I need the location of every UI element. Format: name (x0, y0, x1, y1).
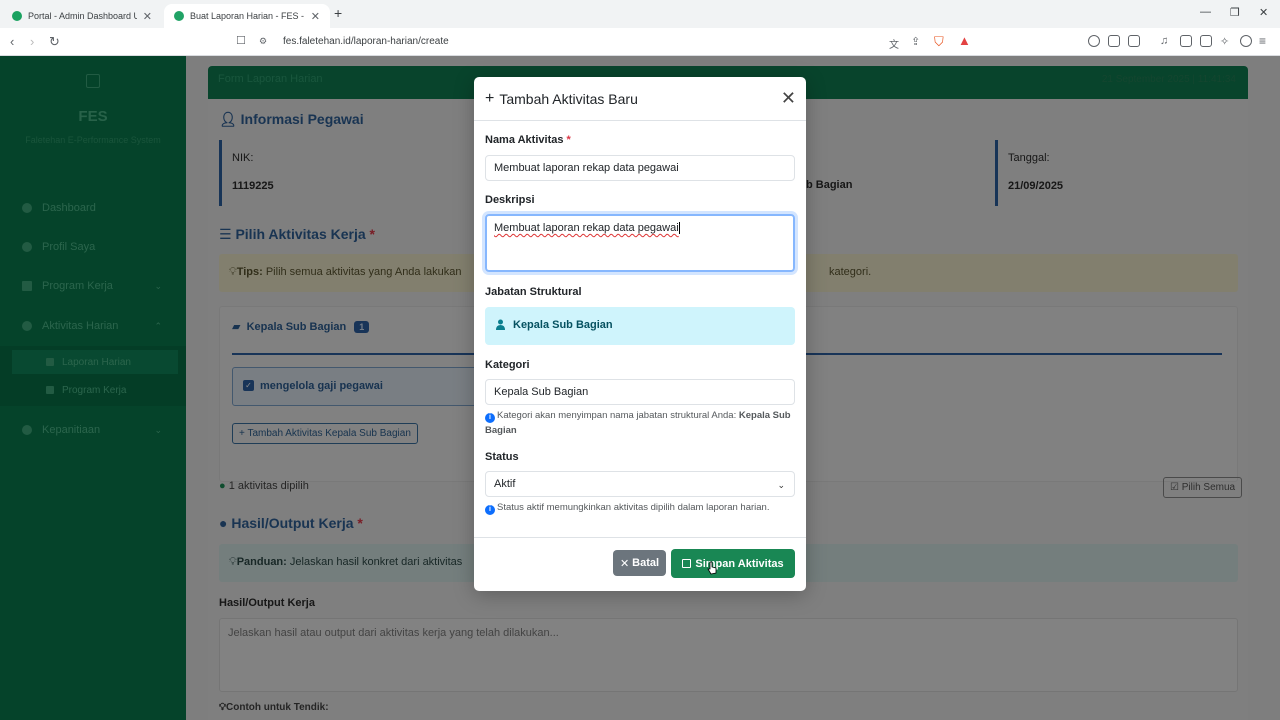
leo-ai-icon[interactable]: ✧ (1220, 35, 1229, 48)
translate-icon[interactable]: 文 (889, 36, 899, 51)
browser-tab-bar: Portal - Admin Dashboard Universita ✕ Bu… (0, 0, 1280, 28)
chevron-down-icon: ⌄ (777, 480, 785, 490)
new-tab-icon[interactable]: + (334, 5, 342, 21)
info-icon: i (485, 505, 495, 515)
back-icon[interactable]: ‹ (10, 34, 14, 49)
status-help: i Status aktif memungkinkan aktivitas dip… (485, 500, 795, 515)
plus-icon: + (485, 90, 495, 107)
close-icon: ✕ (619, 557, 630, 570)
url-text[interactable]: fes.faletehan.id/laporan-harian/create (283, 36, 449, 47)
bookmark-icon[interactable]: ☐ (236, 34, 246, 47)
close-tab-icon[interactable]: ✕ (143, 10, 152, 23)
status-help-text: Status aktif memungkinkan aktivitas dipi… (497, 502, 770, 513)
modal-title: + Tambah Aktivitas Baru (485, 90, 638, 108)
nama-input[interactable]: Membuat laporan rekap data pegawai (485, 155, 795, 181)
brave-rewards-icon[interactable]: ▲ (958, 33, 971, 48)
vpn-icon[interactable] (1088, 35, 1100, 47)
save-activity-button[interactable]: Simpan Aktivitas (671, 549, 795, 578)
jabatan-display: Kepala Sub Bagian (485, 307, 795, 345)
extensions-icon[interactable] (1108, 35, 1120, 47)
deskripsi-label: Deskripsi (485, 194, 535, 206)
text-caret (678, 222, 680, 235)
deskripsi-textarea[interactable]: Membuat laporan rekap data pegawai (485, 214, 795, 272)
status-label: Status (485, 451, 519, 463)
user-icon (496, 319, 505, 330)
status-value: Aktif (494, 478, 516, 490)
modal-header: + Tambah Aktivitas Baru ✕ (474, 77, 806, 121)
share-icon[interactable]: ⇪ (911, 35, 920, 48)
tab-title: Portal - Admin Dashboard Universita (28, 11, 137, 21)
required-mark: * (566, 134, 571, 146)
info-icon: i (485, 413, 495, 423)
shield-icon[interactable] (1240, 35, 1252, 47)
minimize-icon[interactable]: — (1200, 6, 1211, 18)
browser-tab-portal[interactable]: Portal - Admin Dashboard Universita ✕ (2, 4, 162, 28)
add-activity-modal: + Tambah Aktivitas Baru ✕ Nama Aktivitas… (474, 77, 806, 591)
kategori-help-text: Kategori akan menyimpan nama jabatan str… (497, 410, 737, 421)
brave-shield-icon[interactable]: ⛉ (934, 34, 944, 50)
close-window-icon[interactable]: ✕ (1259, 6, 1268, 19)
sidebar-toggle-icon[interactable] (1180, 35, 1192, 47)
jabatan-value: Kepala Sub Bagian (513, 319, 613, 331)
kategori-label: Kategori (485, 359, 530, 371)
kategori-input[interactable]: Kepala Sub Bagian (485, 379, 795, 405)
kategori-help: i Kategori akan menyimpan nama jabatan st… (485, 408, 795, 438)
reader-icon[interactable] (1128, 35, 1140, 47)
menu-icon[interactable]: ≡ (1259, 34, 1266, 48)
wallet-icon[interactable] (1200, 35, 1212, 47)
forward-icon[interactable]: › (30, 34, 34, 49)
address-bar: ‹ › ↻ ☐ ⚙ fes.faletehan.id/laporan-haria… (0, 28, 1280, 56)
close-icon[interactable]: ✕ (781, 89, 796, 107)
tab-title: Buat Laporan Harian - FES - Falet (190, 11, 305, 21)
restore-icon[interactable]: ❐ (1230, 6, 1240, 19)
jabatan-label: Jabatan Struktural (485, 286, 582, 298)
nama-label-text: Nama Aktivitas (485, 134, 564, 146)
close-tab-icon[interactable]: ✕ (311, 10, 320, 23)
cancel-label: Batal (632, 557, 660, 569)
music-icon[interactable]: ♫ (1160, 35, 1168, 47)
favicon-icon (174, 11, 184, 21)
status-select[interactable]: Aktif ⌄ (485, 471, 795, 497)
site-info-icon[interactable]: ⚙ (259, 36, 267, 47)
cancel-button[interactable]: ✕ Batal (613, 550, 666, 576)
browser-tab-laporan[interactable]: Buat Laporan Harian - FES - Falet ✕ (164, 4, 330, 28)
favicon-icon (12, 11, 22, 21)
reload-icon[interactable]: ↻ (49, 34, 60, 50)
modal-title-text: Tambah Aktivitas Baru (499, 91, 638, 107)
save-icon (682, 559, 692, 568)
hand-cursor-icon (707, 561, 717, 575)
deskripsi-value: Membuat laporan rekap data pegawai (494, 222, 679, 234)
nama-label: Nama Aktivitas * (485, 134, 571, 146)
